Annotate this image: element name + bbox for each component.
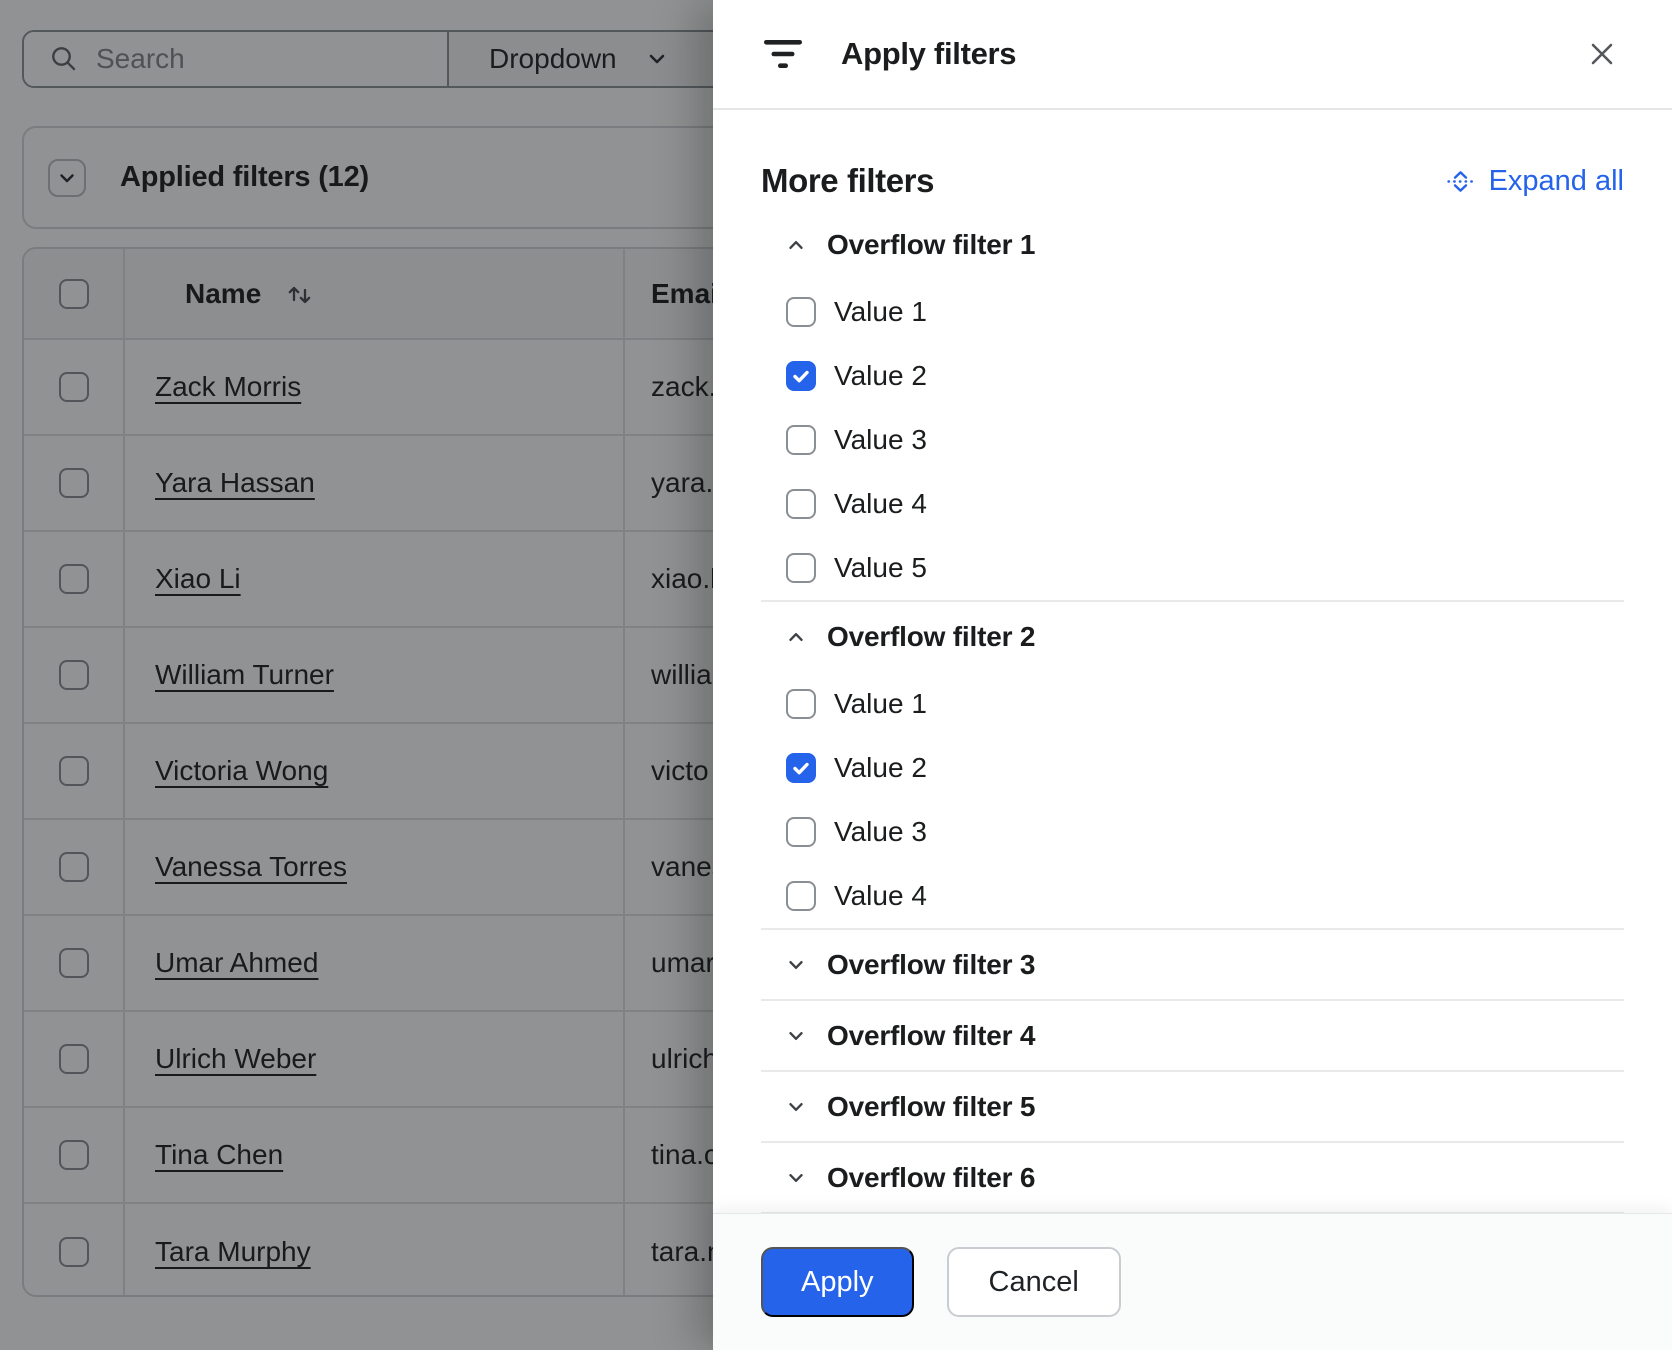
- filter-section-toggle[interactable]: Overflow filter 4: [761, 1001, 1624, 1070]
- option-checkbox[interactable]: [786, 425, 816, 455]
- filter-section-toggle[interactable]: Overflow filter 1: [761, 210, 1624, 280]
- option-label: Value 3: [834, 424, 927, 456]
- cancel-button[interactable]: Cancel: [947, 1247, 1121, 1317]
- chevron-icon: [785, 954, 807, 976]
- filter-section: Overflow filter 1 Value 1 Value 2 Value …: [761, 210, 1624, 602]
- filter-option[interactable]: Value 3: [761, 800, 1624, 864]
- option-checkbox[interactable]: [786, 553, 816, 583]
- filter-section-toggle[interactable]: Overflow filter 2: [761, 602, 1624, 672]
- filter-section-label: Overflow filter 2: [827, 621, 1035, 653]
- filter-section-label: Overflow filter 3: [827, 949, 1035, 981]
- filter-option[interactable]: Value 5: [761, 536, 1624, 600]
- filter-options: Value 1 Value 2 Value 3 Value 4: [761, 280, 1624, 600]
- option-label: Value 1: [834, 296, 927, 328]
- chevron-icon: [785, 234, 807, 256]
- close-button[interactable]: [1580, 32, 1624, 76]
- filter-section-label: Overflow filter 5: [827, 1091, 1035, 1123]
- filter-icon: [761, 39, 805, 69]
- filter-section-toggle[interactable]: Overflow filter 3: [761, 930, 1624, 999]
- option-label: Value 4: [834, 880, 927, 912]
- option-checkbox[interactable]: [786, 489, 816, 519]
- apply-filters-panel: Apply filters More filters Expand all: [713, 0, 1672, 1350]
- option-checkbox[interactable]: [786, 297, 816, 327]
- filter-section: Overflow filter 2 Value 1 Value 2 Value …: [761, 602, 1624, 930]
- chevron-icon: [785, 626, 807, 648]
- panel-footer: Apply Cancel: [713, 1213, 1672, 1350]
- filter-option[interactable]: Value 4: [761, 472, 1624, 536]
- option-checkbox[interactable]: [786, 361, 816, 391]
- option-checkbox[interactable]: [786, 817, 816, 847]
- filter-section-toggle[interactable]: Overflow filter 6: [761, 1143, 1624, 1212]
- filter-section: Overflow filter 4: [761, 1001, 1624, 1072]
- more-filters-heading: More filters: [761, 162, 934, 200]
- panel-header: Apply filters: [713, 0, 1672, 110]
- check-icon: [790, 757, 812, 779]
- chevron-icon: [785, 1025, 807, 1047]
- filter-options: Value 1 Value 2 Value 3 Value 4: [761, 672, 1624, 928]
- check-icon: [790, 365, 812, 387]
- option-label: Value 4: [834, 488, 927, 520]
- panel-body: More filters Expand all Overflow filter …: [713, 112, 1672, 1213]
- panel-title: Apply filters: [841, 36, 1580, 72]
- option-label: Value 2: [834, 360, 927, 392]
- filter-section: Overflow filter 5: [761, 1072, 1624, 1143]
- filter-section-label: Overflow filter 1: [827, 229, 1035, 261]
- filter-option[interactable]: Value 2: [761, 344, 1624, 408]
- filter-option[interactable]: Value 2: [761, 736, 1624, 800]
- apply-button[interactable]: Apply: [761, 1247, 914, 1317]
- expand-all-button[interactable]: Expand all: [1445, 165, 1624, 198]
- option-label: Value 2: [834, 752, 927, 784]
- option-label: Value 5: [834, 552, 927, 584]
- chevron-icon: [785, 1167, 807, 1189]
- option-checkbox[interactable]: [786, 753, 816, 783]
- filter-section-label: Overflow filter 4: [827, 1020, 1035, 1052]
- option-label: Value 3: [834, 816, 927, 848]
- close-icon: [1585, 37, 1619, 71]
- filter-section-label: Overflow filter 6: [827, 1162, 1035, 1194]
- filter-option[interactable]: Value 3: [761, 408, 1624, 472]
- filter-option[interactable]: Value 1: [761, 280, 1624, 344]
- filter-section-toggle[interactable]: Overflow filter 5: [761, 1072, 1624, 1141]
- option-checkbox[interactable]: [786, 689, 816, 719]
- expand-all-label: Expand all: [1489, 165, 1624, 198]
- filter-option[interactable]: Value 4: [761, 864, 1624, 928]
- chevron-icon: [785, 1096, 807, 1118]
- filter-section: Overflow filter 6: [761, 1143, 1624, 1213]
- filter-option[interactable]: Value 1: [761, 672, 1624, 736]
- option-checkbox[interactable]: [786, 881, 816, 911]
- option-label: Value 1: [834, 688, 927, 720]
- filter-section: Overflow filter 3: [761, 930, 1624, 1001]
- expand-all-icon: [1445, 166, 1476, 197]
